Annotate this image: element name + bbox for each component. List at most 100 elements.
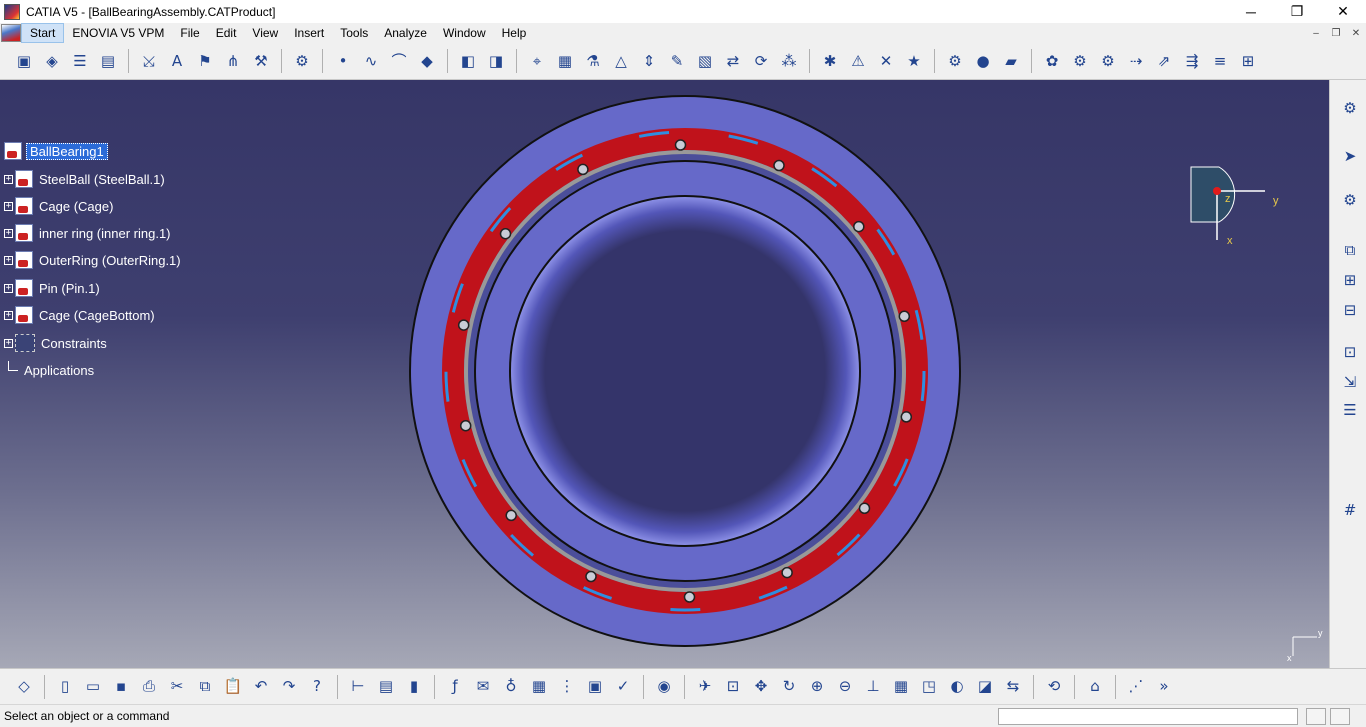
fit-all-icon[interactable]: ⊡ — [721, 675, 745, 699]
tree-node-pin[interactable]: + Pin (Pin.1) — [4, 278, 102, 298]
copy-icon[interactable]: ⧉ — [193, 675, 217, 699]
stack-icon[interactable]: ≡ — [1208, 49, 1232, 73]
tree-node-label[interactable]: inner ring (inner ring.1) — [37, 226, 173, 241]
scatter-icon[interactable]: ⁂ — [777, 49, 801, 73]
view-front-icon[interactable]: ◧ — [456, 49, 480, 73]
new-part-icon[interactable]: ⊟ — [1338, 298, 1362, 322]
graph-icon[interactable]: ▰ — [999, 49, 1023, 73]
gear-analysis-icon[interactable]: ⚙ — [943, 49, 967, 73]
maximize-button[interactable]: ❐ — [1274, 0, 1320, 23]
3d-viewport[interactable]: BallBearing1 + SteelBall (SteelBall.1) +… — [0, 80, 1329, 668]
steel-ball[interactable] — [585, 570, 597, 583]
view-iso-icon[interactable]: ◨ — [484, 49, 508, 73]
more-icon[interactable]: » — [1152, 675, 1176, 699]
gear-icon[interactable]: ⚙ — [1068, 49, 1092, 73]
point-icon[interactable]: • — [331, 49, 355, 73]
gear2-icon[interactable]: ⚙ — [1096, 49, 1120, 73]
grid-icon[interactable]: # — [1338, 498, 1362, 522]
eraser-icon[interactable]: ◇ — [12, 675, 36, 699]
tree-root[interactable]: BallBearing1 — [4, 141, 108, 161]
tools-icon[interactable]: ⚒ — [249, 49, 273, 73]
steel-ball[interactable] — [459, 419, 472, 432]
star-icon[interactable]: ★ — [902, 49, 926, 73]
menu-enovia[interactable]: ENOVIA V5 VPM — [64, 23, 172, 43]
bom-list-icon[interactable]: ☰ — [1338, 398, 1362, 422]
fix-icon[interactable]: ✕ — [874, 49, 898, 73]
steel-ball[interactable] — [674, 139, 687, 151]
expand-icon[interactable]: + — [4, 228, 13, 238]
zoom-out-icon[interactable]: ⊖ — [833, 675, 857, 699]
minimize-button[interactable]: ─ — [1228, 0, 1274, 23]
check-icon[interactable]: ✓ — [611, 675, 635, 699]
part-icon[interactable]: ◈ — [40, 49, 64, 73]
steel-ball[interactable] — [499, 227, 512, 240]
tree-node-label[interactable]: SteelBall (SteelBall.1) — [37, 172, 167, 187]
table-icon[interactable]: ⊞ — [1236, 49, 1260, 73]
arc-icon[interactable]: ⌒ — [387, 49, 411, 73]
steel-ball[interactable] — [505, 509, 517, 522]
print-icon[interactable]: ⎙ — [137, 675, 161, 699]
product-tools-icon[interactable]: ▤ — [374, 675, 398, 699]
doc-restore-button[interactable]: ❐ — [1326, 23, 1346, 43]
constraint-icon[interactable]: △ — [609, 49, 633, 73]
parts-icon[interactable]: ✿ — [1040, 49, 1064, 73]
status-button-2[interactable] — [1330, 708, 1350, 725]
refresh-icon[interactable]: ⟳ — [749, 49, 773, 73]
tree-node-outer-ring[interactable]: + OuterRing (OuterRing.1) — [4, 250, 183, 270]
undo-icon[interactable]: ↶ — [249, 675, 273, 699]
expand-icon[interactable]: + — [4, 255, 13, 265]
menu-help[interactable]: Help — [494, 23, 535, 43]
knowledge-icon[interactable]: ♁ — [499, 675, 523, 699]
tool-off-icon[interactable]: ⋰ — [1124, 675, 1148, 699]
product-icon[interactable]: ▣ — [12, 49, 36, 73]
cylinder-icon[interactable]: ▮ — [402, 675, 426, 699]
comment-icon[interactable]: ✉ — [471, 675, 495, 699]
tree-icon[interactable]: ⋮ — [555, 675, 579, 699]
replace-icon[interactable]: ⇢ — [1124, 49, 1148, 73]
menu-edit[interactable]: Edit — [208, 23, 245, 43]
cursor-icon[interactable]: ➤ — [1338, 144, 1362, 168]
ruler-icon[interactable]: ⊢ — [346, 675, 370, 699]
nav-icon[interactable]: ⇶ — [1180, 49, 1204, 73]
steel-ball[interactable] — [773, 159, 785, 172]
steel-ball[interactable] — [577, 163, 589, 176]
exploded-icon[interactable]: ⇲ — [1338, 370, 1362, 394]
section-icon[interactable]: ▧ — [693, 49, 717, 73]
whats-this-icon[interactable]: ? — [305, 675, 329, 699]
command-input[interactable] — [998, 708, 1298, 725]
rotate-icon[interactable]: ↻ — [777, 675, 801, 699]
menu-file[interactable]: File — [172, 23, 207, 43]
fly-icon[interactable]: ✈ — [693, 675, 717, 699]
tree-node-inner-ring[interactable]: + inner ring (inner ring.1) — [4, 223, 173, 243]
views-icon[interactable]: ▦ — [889, 675, 913, 699]
insert-comp-icon[interactable]: ⊡ — [1338, 340, 1362, 364]
save-icon[interactable]: ▪ — [109, 675, 133, 699]
steel-ball[interactable] — [900, 411, 913, 423]
snap-icon[interactable]: ◆ — [415, 49, 439, 73]
new-icon[interactable]: ▯ — [53, 675, 77, 699]
status-button-1[interactable] — [1306, 708, 1326, 725]
menu-view[interactable]: View — [244, 23, 286, 43]
select-multi-icon[interactable]: ⚙ — [1338, 188, 1362, 212]
tree-node-label[interactable]: Cage (Cage) — [37, 199, 115, 214]
measure-icon[interactable]: ⌖ — [525, 49, 549, 73]
menu-window[interactable]: Window — [435, 23, 494, 43]
bom-icon[interactable]: ☰ — [68, 49, 92, 73]
align-icon[interactable]: ⇕ — [637, 49, 661, 73]
tree-node-constraints[interactable]: + Constraints — [4, 333, 109, 353]
cut-icon[interactable]: ✂ — [165, 675, 189, 699]
conn-icon[interactable]: ⚙ — [290, 49, 314, 73]
tree-node-applications[interactable]: Applications — [8, 360, 96, 380]
render-icon[interactable]: ◳ — [917, 675, 941, 699]
expand-icon[interactable]: + — [4, 174, 13, 184]
abc-text-icon[interactable]: A — [165, 49, 189, 73]
tree-node-label[interactable]: Cage (CageBottom) — [37, 308, 157, 323]
lock-icon[interactable]: ▣ — [583, 675, 607, 699]
menu-analyze[interactable]: Analyze — [376, 23, 435, 43]
steel-ball[interactable] — [853, 220, 865, 233]
copy-assembly-icon[interactable]: ⧉ — [1338, 238, 1362, 262]
expand-icon[interactable]: + — [4, 201, 13, 211]
weld-icon[interactable]: ⋔ — [221, 49, 245, 73]
sphere-icon[interactable]: ● — [971, 49, 995, 73]
expand-icon[interactable]: + — [4, 283, 13, 293]
